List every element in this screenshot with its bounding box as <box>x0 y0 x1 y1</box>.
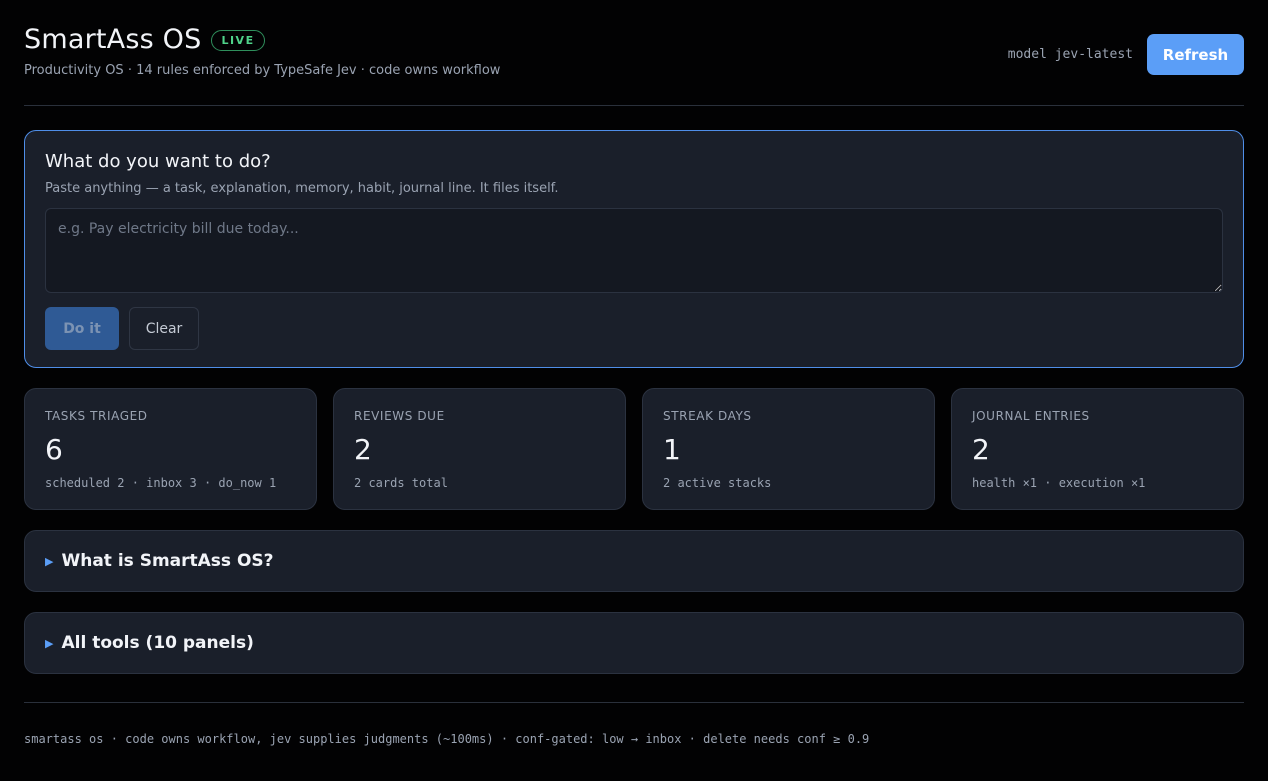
stat-value: 2 <box>354 433 372 466</box>
stat-value: 6 <box>45 433 63 466</box>
compose-hint: Paste anything — a task, explanation, me… <box>45 181 559 196</box>
app-title: SmartAss OS <box>24 24 202 55</box>
stat-label: TASKS TRIAGED <box>45 409 148 423</box>
live-status-badge: LIVE <box>211 30 265 51</box>
footer-text: smartass os · code owns workflow, jev su… <box>24 732 870 746</box>
stat-card-tasks-triaged: TASKS TRIAGED 6 scheduled 2 · inbox 3 · … <box>24 388 317 510</box>
caret-right-icon: ▶ <box>45 554 54 568</box>
section-what-is-smartass[interactable]: ▶ What is SmartAss OS? <box>24 530 1244 592</box>
clear-button[interactable]: Clear <box>129 307 199 350</box>
stat-value: 1 <box>663 433 681 466</box>
page-header: SmartAss OS LIVE Productivity OS · 14 ru… <box>24 24 1244 106</box>
stat-detail: scheduled 2 · inbox 3 · do_now 1 <box>45 476 277 490</box>
footer-divider <box>24 702 1244 703</box>
stat-value: 2 <box>972 433 990 466</box>
stat-label: REVIEWS DUE <box>354 409 445 423</box>
do-it-button[interactable]: Do it <box>45 307 119 350</box>
section-label: All tools (10 panels) <box>61 633 254 653</box>
stat-card-journal-entries: JOURNAL ENTRIES 2 health ×1 · execution … <box>951 388 1244 510</box>
stat-detail: health ×1 · execution ×1 <box>972 476 1146 490</box>
stat-card-reviews-due: REVIEWS DUE 2 2 cards total <box>333 388 626 510</box>
model-label: model jev-latest <box>1007 47 1133 62</box>
compose-panel: What do you want to do? Paste anything —… <box>24 130 1244 368</box>
section-label: What is SmartAss OS? <box>61 551 274 571</box>
stat-label: STREAK DAYS <box>663 409 752 423</box>
refresh-button[interactable]: Refresh <box>1147 34 1244 75</box>
caret-right-icon: ▶ <box>45 636 54 650</box>
compose-actions: Do it Clear <box>45 307 1223 350</box>
compose-title: What do you want to do? <box>45 151 271 172</box>
stat-detail: 2 cards total <box>354 476 448 490</box>
compose-input[interactable] <box>45 208 1223 293</box>
stat-card-streak-days: STREAK DAYS 1 2 active stacks <box>642 388 935 510</box>
stat-detail: 2 active stacks <box>663 476 772 490</box>
header-actions: model jev-latest Refresh <box>1008 34 1244 75</box>
stat-label: JOURNAL ENTRIES <box>972 409 1090 423</box>
section-all-tools[interactable]: ▶ All tools (10 panels) <box>24 612 1244 674</box>
